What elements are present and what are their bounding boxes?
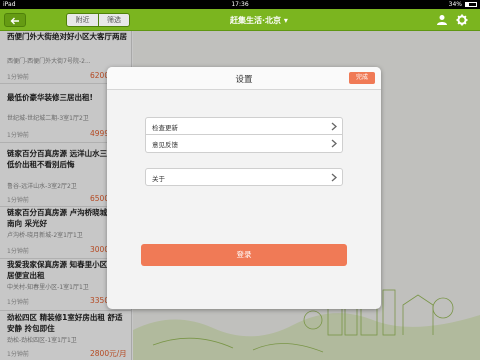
settings-dialog: 设置 完成 检查更新 意见反馈 关于 登录 (107, 67, 381, 309)
status-bar: iPad 17:36 34% (0, 0, 480, 9)
back-arrow-icon (10, 17, 19, 25)
gear-icon[interactable] (456, 14, 468, 26)
dialog-header: 设置 完成 (107, 67, 381, 90)
chevron-right-icon (331, 173, 337, 182)
about-row[interactable]: 关于 (145, 168, 343, 186)
dialog-title: 设置 (235, 75, 253, 85)
status-time: 17:36 (231, 1, 249, 8)
city-selector[interactable]: 赶集生活·北京 ▾ (230, 15, 288, 26)
about-label: 关于 (152, 175, 165, 183)
feedback-row[interactable]: 意见反馈 (145, 135, 343, 153)
navigation-bar: 附近 筛选 赶集生活·北京 ▾ (0, 9, 480, 31)
done-button[interactable]: 完成 (349, 72, 375, 84)
feedback-label: 意见反馈 (152, 141, 178, 149)
check-update-row[interactable]: 检查更新 (145, 117, 343, 135)
chevron-right-icon (331, 122, 337, 131)
login-button[interactable]: 登录 (141, 244, 347, 266)
filter-segmented-control: 附近 筛选 (66, 13, 130, 27)
check-update-label: 检查更新 (152, 124, 178, 132)
battery-percent: 34% (448, 1, 462, 8)
battery-icon (465, 2, 477, 7)
chevron-right-icon (331, 139, 337, 148)
battery-status: 34% (449, 0, 477, 9)
back-button[interactable] (4, 13, 26, 27)
tab-nearby[interactable]: 附近 (67, 14, 98, 26)
user-icon[interactable] (436, 14, 448, 26)
tab-filter[interactable]: 筛选 (98, 14, 129, 26)
